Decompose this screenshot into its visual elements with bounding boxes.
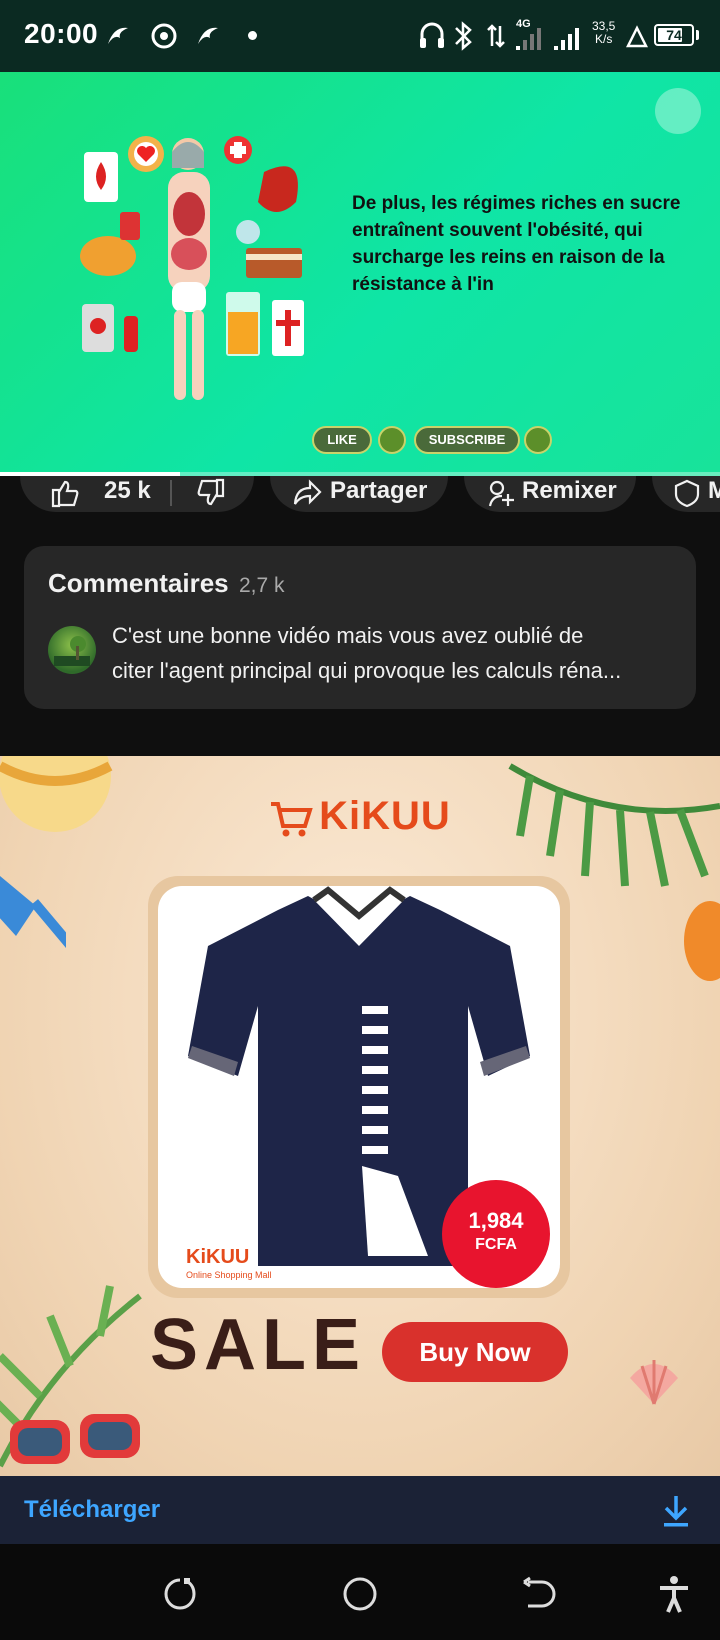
ad-brand-logo: KiKUU [0,794,720,839]
download-bar[interactable]: Télécharger [0,1476,720,1544]
battery-icon: 74 [654,24,694,46]
bell-overlay-icon [524,426,552,454]
signal-icon-2 [554,28,579,50]
share-button[interactable]: Partager [270,476,448,512]
action-bar: 25 k Partager Remixer M [0,476,720,516]
recent-apps-icon[interactable] [160,1574,200,1614]
battery-level: 74 [666,27,682,43]
chip-divider [170,480,172,506]
video-caption: De plus, les régimes riches en sucre ent… [352,193,681,295]
mini-brand-tagline: Online Shopping Mall [186,1270,272,1280]
share-icon [293,479,322,505]
chrome-icon [151,23,177,49]
notification-app-icon-2 [198,27,218,44]
top-comment-line-2: citer l'agent principal qui provoque les… [112,658,622,683]
back-icon[interactable] [520,1574,560,1614]
subscribe-pill: SUBSCRIBE [414,426,520,454]
sunglasses-decoration [10,1414,140,1464]
like-pill: LIKE [312,426,372,454]
data-transfer-icon [487,24,505,48]
remix-button[interactable]: Remixer [464,476,636,512]
status-time: 20:00 [24,18,99,49]
more-chip-label: M [708,477,720,504]
speed-unit: K/s [595,32,613,46]
price-value: 1,984 [468,1208,524,1233]
notification-app-icon [108,27,128,44]
shovel-decoration [0,876,66,952]
thumbs-up-overlay-icon [378,426,406,454]
share-label: Partager [330,477,428,504]
top-comment-text: C'est une bonne vidéo mais vous avez oub… [112,618,672,688]
more-notifications-dot [248,31,257,40]
price-badge: 1,984 FCFA [442,1180,550,1288]
signal-icon [516,28,541,50]
like-count[interactable]: 25 k [104,476,151,506]
like-icon[interactable] [50,478,80,508]
status-bar: 20:00 4G 33,5 K/s 74 [0,0,720,72]
health-illustration [80,136,304,400]
top-comment-line-1: C'est une bonne vidéo mais vous avez oub… [112,623,584,648]
bluetooth-icon [455,21,472,51]
ad-brand-name: KiKUU [319,794,451,838]
comments-count: 2,7 k [239,574,285,597]
home-icon[interactable] [340,1574,380,1614]
more-chip[interactable]: M [652,476,720,512]
commenter-avatar [48,626,96,674]
network-speed: 33,5 K/s [592,20,615,46]
download-label[interactable]: Télécharger [24,1496,160,1524]
sale-headline: SALE [150,1305,367,1385]
video-player[interactable]: De plus, les régimes riches en sucre ent… [0,72,720,476]
battery-nub [696,30,699,40]
comments-title: Commentaires [48,568,229,598]
shopping-cart-icon [271,802,313,837]
seashell-decoration [630,1360,678,1405]
like-dislike-chip: 25 k [20,476,254,512]
price-currency: FCFA [475,1236,517,1253]
accessibility-icon[interactable] [654,1574,694,1614]
remix-label: Remixer [522,477,617,504]
thanks-icon [674,479,700,508]
mini-brand-name: KiKUU [186,1246,250,1268]
flip-flop-decoration [684,901,720,981]
system-nav-bar [0,1544,720,1640]
ad-banner[interactable]: KiKUU KiKUU Online Shopping Mall 1,984 F… [0,756,720,1476]
remix-icon [488,480,514,507]
channel-watermark-icon [655,88,701,134]
buy-now-button[interactable]: Buy Now [382,1322,568,1382]
headphones-icon [420,22,444,48]
alert-icon [626,25,648,48]
comments-card[interactable]: Commentaires 2,7 k C'est une bonne vidéo… [24,546,696,709]
avatar-image [54,636,90,666]
download-icon[interactable] [660,1494,692,1528]
dislike-icon[interactable] [196,478,226,508]
